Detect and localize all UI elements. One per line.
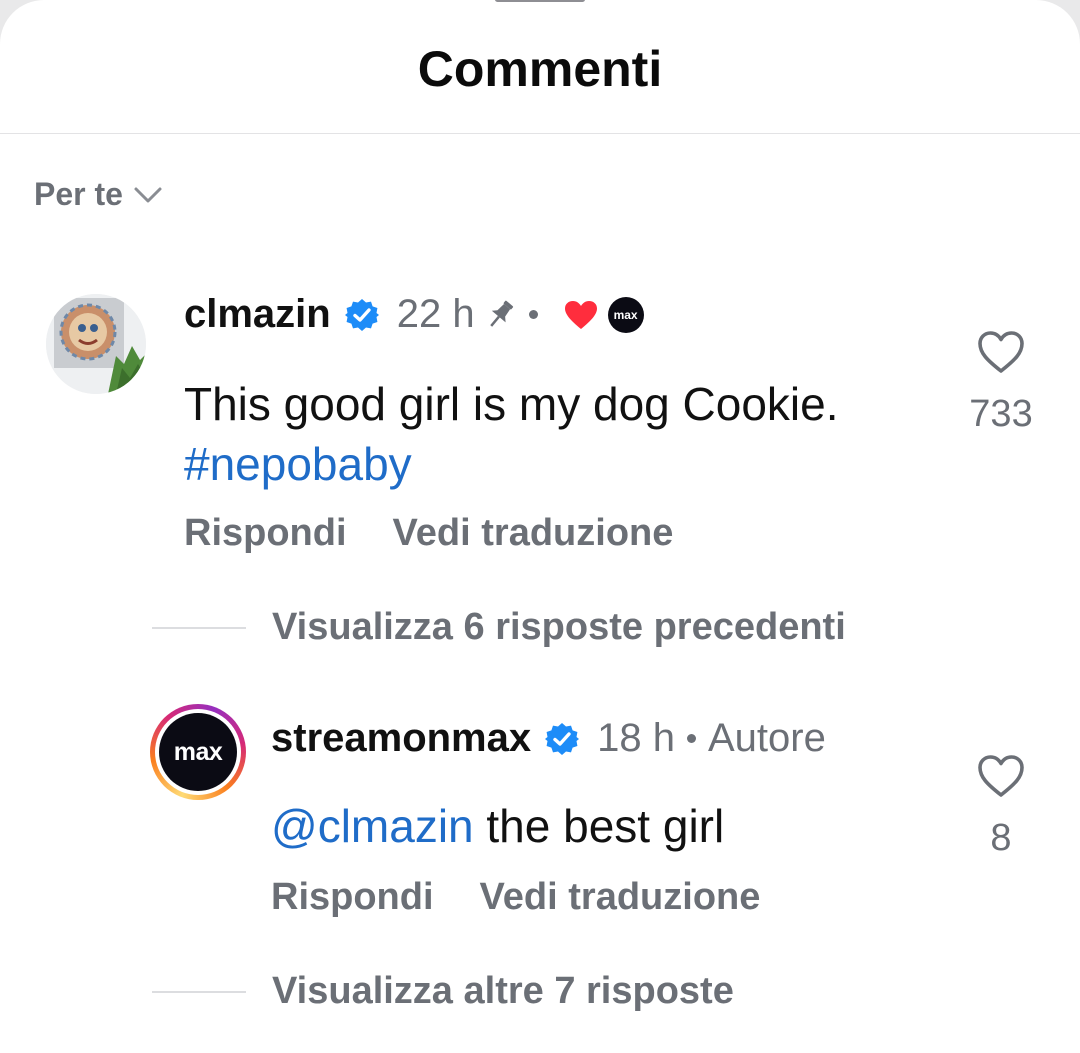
sheet-title: Commenti: [417, 41, 663, 97]
creator-liked-heart-icon: [564, 300, 598, 330]
avatar[interactable]: [46, 294, 146, 394]
reply-like-button[interactable]: 8: [961, 754, 1041, 860]
replies-divider-line: [152, 990, 246, 993]
mention-link[interactable]: @clmazin: [271, 800, 474, 852]
verified-badge-icon: [344, 298, 379, 332]
separator-dot: [528, 310, 538, 319]
view-replies-label: Visualizza 6 risposte precedenti: [272, 606, 846, 648]
reply-username[interactable]: streamonmax: [271, 716, 531, 761]
story-ring: max: [155, 709, 241, 795]
comment-actions: Rispondi Vedi traduzione: [184, 512, 673, 555]
reply-meta: streamonmax 18 h Autore: [271, 716, 826, 761]
reply-button[interactable]: Rispondi: [184, 512, 347, 555]
hashtag-link[interactable]: #nepobaby: [184, 438, 412, 490]
reply-avatar[interactable]: max: [150, 704, 246, 800]
view-replies-button[interactable]: Visualizza 6 risposte precedenti: [152, 606, 846, 649]
max-logo: max: [159, 713, 237, 791]
reply-actions: Rispondi Vedi traduzione: [271, 876, 760, 919]
reply-time: 18 h: [597, 716, 675, 760]
comment-body: This good girl is my dog Cookie.: [184, 378, 839, 430]
reply-like-count: 8: [990, 817, 1012, 859]
view-more-replies-label: Visualizza altre 7 risposte: [272, 970, 734, 1012]
like-count: 733: [969, 393, 1033, 435]
like-button[interactable]: 733: [961, 330, 1041, 436]
separator-dot: [686, 734, 696, 743]
reply-text: @clmazin the best girl: [271, 796, 724, 856]
profile-photo: [46, 294, 146, 394]
sort-dropdown[interactable]: Per te: [34, 172, 163, 216]
pin-icon: [483, 298, 517, 332]
comment-time: 22 h: [396, 292, 475, 336]
comment-meta: clmazin 22 h max: [184, 292, 644, 337]
view-more-replies-button[interactable]: Visualizza altre 7 risposte: [152, 970, 734, 1013]
sort-label: Per te: [34, 175, 123, 212]
heart-outline-icon: [978, 331, 1024, 373]
sheet-grabber[interactable]: [495, 0, 585, 2]
verified-badge-icon: [545, 722, 580, 756]
comment-text: This good girl is my dog Cookie. #nepoba…: [184, 374, 839, 494]
reply-button[interactable]: Rispondi: [271, 876, 434, 919]
heart-outline-icon: [978, 755, 1024, 797]
username[interactable]: clmazin: [184, 292, 331, 337]
header-divider: [0, 133, 1080, 134]
see-translation-button[interactable]: Vedi traduzione: [480, 876, 761, 919]
reply-body: the best girl: [473, 800, 725, 852]
comments-sheet: Commenti Per te clmazin 22 h max This go…: [0, 0, 1080, 1053]
see-translation-button[interactable]: Vedi traduzione: [393, 512, 674, 555]
replies-divider-line: [152, 626, 246, 629]
chevron-down-icon: [134, 187, 162, 203]
creator-avatar-badge: max: [607, 296, 644, 333]
author-label: Autore: [707, 716, 826, 760]
